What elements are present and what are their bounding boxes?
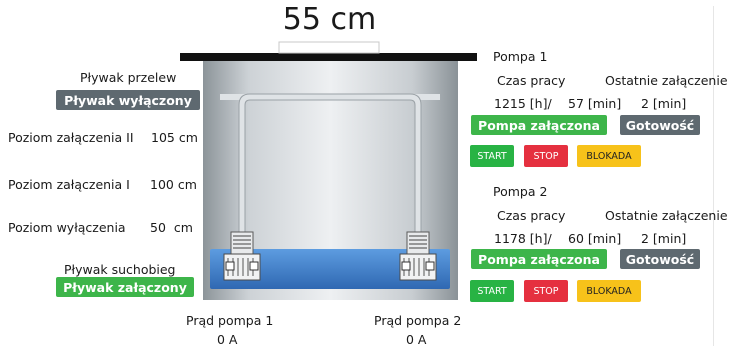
dry-run-float-label: Pływak suchobieg	[64, 262, 176, 277]
level-on-1-value: 100 cm	[150, 177, 197, 192]
pump1-stop-button[interactable]: STOP	[524, 145, 568, 167]
pump2-minutes: 60 [min]	[568, 231, 622, 246]
pump1-title: Pompa 1	[493, 49, 548, 64]
pump2-title: Pompa 2	[493, 184, 548, 199]
pump2-last-on-label: Ostatnie załączenie	[605, 208, 728, 223]
overflow-float-label: Pływak przelew	[80, 70, 177, 85]
pump2-block-button[interactable]: BLOKADA	[577, 280, 641, 302]
pump1-hours: 1215 [h]/	[494, 96, 552, 111]
pump2-current-value: 0 A	[406, 332, 427, 347]
dry-run-float-status: Pływak załączony	[56, 277, 194, 297]
water-level-display: 55 cm	[282, 2, 377, 37]
pump1-start-button[interactable]: START	[470, 145, 514, 167]
pump1-ready-badge: Gotowość	[620, 115, 700, 135]
pump2-current-label: Prąd pompa 2	[374, 313, 462, 328]
panel-divider	[713, 6, 714, 346]
lid-handle	[278, 41, 380, 54]
level-off-label: Poziom wyłączenia	[8, 220, 126, 235]
tank-lid	[180, 53, 477, 61]
pump2-start-button[interactable]: START	[470, 280, 514, 302]
pump1-current-value: 0 A	[217, 332, 238, 347]
level-on-2-label: Poziom załączenia II	[8, 130, 134, 145]
level-off-value: 50 cm	[150, 220, 193, 235]
pump1-state-badge: Pompa załączona	[471, 115, 607, 135]
pump1-current-label: Prąd pompa 1	[186, 313, 274, 328]
pump1-minutes: 57 [min]	[568, 96, 622, 111]
pump1-last-on-value: 2 [min]	[641, 96, 687, 111]
pump1-block-button[interactable]: BLOKADA	[577, 145, 641, 167]
pump2-last-on-value: 2 [min]	[641, 231, 687, 246]
pump2-ready-badge: Gotowość	[620, 249, 700, 269]
pump2-hours: 1178 [h]/	[494, 231, 552, 246]
pump2-stop-button[interactable]: STOP	[524, 280, 568, 302]
level-on-2-value: 105 cm	[151, 130, 198, 145]
pump2-state-badge: Pompa załączona	[471, 249, 607, 269]
pump1-work-time-label: Czas pracy	[497, 73, 566, 88]
level-on-1-label: Poziom załączenia I	[8, 177, 130, 192]
pump2-work-time-label: Czas pracy	[497, 208, 566, 223]
overflow-float-status: Pływak wyłączony	[56, 90, 200, 110]
pump1-last-on-label: Ostatnie załączenie	[605, 73, 728, 88]
